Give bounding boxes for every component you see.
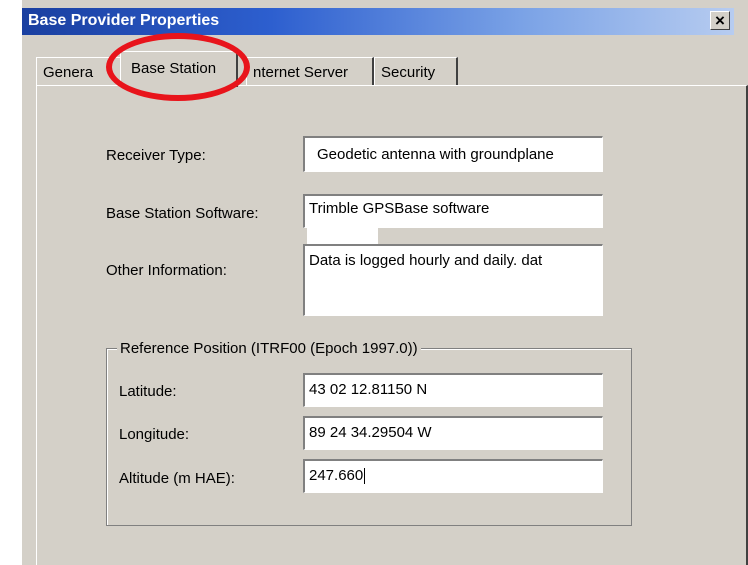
altitude-value: 247.660 bbox=[309, 467, 364, 484]
receiver-type-value: Geodetic antenna with groundplane bbox=[317, 146, 554, 163]
latitude-label: Latitude: bbox=[119, 383, 177, 400]
longitude-value: 89 24 34.29504 W bbox=[309, 424, 432, 441]
software-field[interactable]: Trimble GPSBase software bbox=[303, 194, 603, 228]
tab-security-label: Security bbox=[381, 64, 436, 81]
latitude-field[interactable]: 43 02 12.81150 N bbox=[303, 373, 603, 407]
software-label: Base Station Software: bbox=[106, 205, 259, 222]
other-info-value: Data is logged hourly and daily. dat bbox=[309, 252, 543, 269]
dialog-body: Genera nternet Server Security Base Stat… bbox=[22, 35, 748, 565]
title-bar[interactable]: Base Provider Properties × bbox=[22, 8, 734, 35]
properties-dialog: Base Provider Properties × Genera nterne… bbox=[0, 0, 748, 565]
tab-internet-server-label: nternet Server bbox=[253, 64, 349, 81]
longitude-field[interactable]: 89 24 34.29504 W bbox=[303, 416, 603, 450]
other-info-field[interactable]: Data is logged hourly and daily. dat bbox=[303, 244, 603, 316]
text-cursor bbox=[364, 468, 366, 485]
close-button[interactable]: × bbox=[710, 11, 730, 30]
tab-base-station[interactable]: Base Station bbox=[120, 51, 238, 87]
tab-general-label: Genera bbox=[43, 64, 94, 81]
other-info-label: Other Information: bbox=[106, 262, 227, 279]
close-icon: × bbox=[715, 11, 725, 30]
tab-general[interactable]: Genera bbox=[36, 57, 126, 85]
tab-base-station-label: Base Station bbox=[131, 60, 217, 77]
receiver-type-label: Receiver Type: bbox=[106, 147, 206, 164]
longitude-label: Longitude: bbox=[119, 426, 190, 443]
base-station-panel: Receiver Type: Geodetic antenna with gro… bbox=[36, 85, 748, 565]
tab-security[interactable]: Security bbox=[374, 57, 458, 85]
receiver-type-field[interactable]: Geodetic antenna with groundplane bbox=[303, 136, 603, 172]
altitude-label: Altitude (m HAE): bbox=[119, 470, 235, 487]
tab-internet-server[interactable]: nternet Server bbox=[246, 57, 374, 85]
altitude-field[interactable]: 247.660 bbox=[303, 459, 603, 493]
latitude-value: 43 02 12.81150 N bbox=[309, 381, 428, 398]
software-value: Trimble GPSBase software bbox=[309, 200, 490, 217]
reference-position-legend: Reference Position (ITRF00 (Epoch 1997.0… bbox=[117, 340, 421, 357]
background-strip bbox=[0, 0, 22, 565]
window-title: Base Provider Properties bbox=[28, 12, 220, 29]
